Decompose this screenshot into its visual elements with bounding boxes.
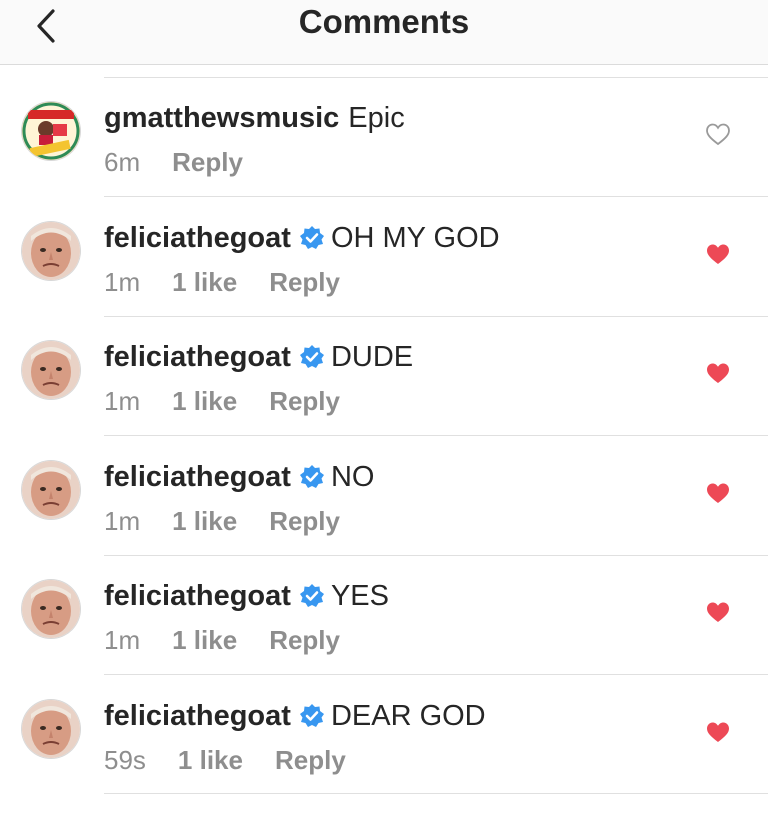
- comment-line: feliciathegoat DUDE: [104, 337, 413, 377]
- divider: [104, 793, 768, 794]
- comment-item: feliciathegoat YES 1m 1 like Reply: [0, 580, 768, 698]
- comment-item: feliciathegoat DEAR GOD 59s 1 like Reply: [0, 700, 768, 818]
- reply-button[interactable]: Reply: [172, 144, 243, 180]
- comment-item: feliciathegoat NO 1m 1 like Reply: [0, 461, 768, 579]
- verified-badge-icon: [299, 584, 324, 607]
- avatar[interactable]: [22, 700, 80, 758]
- comment-time: 1m: [104, 386, 141, 416]
- comment-item: gmatthewsmusic Epic 6m Reply: [0, 102, 768, 220]
- like-count[interactable]: 1 like: [178, 742, 243, 778]
- like-count[interactable]: 1 like: [172, 503, 237, 539]
- comment-text: DEAR GOD: [330, 700, 486, 732]
- comment-time: 1m: [104, 625, 141, 655]
- divider: [104, 316, 768, 317]
- feliciathegoat-avatar-image: [22, 222, 80, 280]
- like-count[interactable]: 1 like: [172, 383, 237, 419]
- comment-line: gmatthewsmusic Epic: [104, 98, 405, 138]
- avatar[interactable]: [22, 461, 80, 519]
- comment-time: 1m: [104, 506, 141, 536]
- comment-line: feliciathegoat YES: [104, 576, 389, 616]
- comment-username[interactable]: feliciathegoat: [104, 218, 291, 258]
- comment-time: 6m: [104, 147, 141, 177]
- comment-text: OH MY GOD: [330, 222, 500, 254]
- comment-username[interactable]: feliciathegoat: [104, 337, 291, 377]
- feliciathegoat-avatar-image: [22, 461, 80, 519]
- heart-filled-icon[interactable]: [705, 600, 731, 624]
- comment-text: DUDE: [330, 341, 414, 373]
- comment-line: feliciathegoat NO: [104, 457, 374, 497]
- divider: [104, 196, 768, 197]
- reply-button[interactable]: Reply: [269, 622, 340, 658]
- avatar[interactable]: [22, 580, 80, 638]
- comment-item: feliciathegoat DUDE 1m 1 like Reply: [0, 341, 768, 459]
- comment-meta: 1m 1 like Reply: [104, 503, 340, 539]
- heart-filled-icon[interactable]: [705, 720, 731, 744]
- like-count[interactable]: 1 like: [172, 622, 237, 658]
- verified-badge-icon: [299, 345, 324, 368]
- comment-time: 1m: [104, 267, 141, 297]
- divider: [104, 555, 768, 556]
- feliciathegoat-avatar-image: [22, 700, 80, 758]
- avatar[interactable]: [22, 341, 80, 399]
- comment-meta: 6m Reply: [104, 144, 243, 180]
- heart-filled-icon[interactable]: [705, 361, 731, 385]
- comment-meta: 1m 1 like Reply: [104, 383, 340, 419]
- comment-username[interactable]: feliciathegoat: [104, 457, 291, 497]
- divider: [104, 674, 768, 675]
- like-count[interactable]: 1 like: [172, 264, 237, 300]
- reply-button[interactable]: Reply: [275, 742, 346, 778]
- comment-line: feliciathegoat OH MY GOD: [104, 218, 500, 258]
- verified-badge-icon: [299, 226, 324, 249]
- avatar[interactable]: [22, 222, 80, 280]
- avatar[interactable]: [22, 102, 80, 160]
- divider: [104, 77, 768, 78]
- feliciathegoat-avatar-image: [22, 580, 80, 638]
- verified-badge-icon: [299, 465, 324, 488]
- reply-button[interactable]: Reply: [269, 383, 340, 419]
- comment-username[interactable]: feliciathegoat: [104, 576, 291, 616]
- comment-text: YES: [330, 580, 389, 612]
- comment-username[interactable]: feliciathegoat: [104, 696, 291, 736]
- comment-time: 59s: [104, 745, 146, 775]
- gmatthewsmusic-avatar-image: [22, 102, 80, 160]
- reply-button[interactable]: Reply: [269, 264, 340, 300]
- comment-line: feliciathegoat DEAR GOD: [104, 696, 486, 736]
- comment-meta: 1m 1 like Reply: [104, 622, 340, 658]
- comment-username[interactable]: gmatthewsmusic: [104, 98, 339, 138]
- heart-outline-icon[interactable]: [705, 122, 731, 146]
- page-title: Comments: [298, 3, 470, 40]
- divider: [104, 435, 768, 436]
- heart-filled-icon[interactable]: [705, 481, 731, 505]
- comment-item: feliciathegoat OH MY GOD 1m 1 like Reply: [0, 222, 768, 340]
- comment-meta: 1m 1 like Reply: [104, 264, 340, 300]
- comment-text: Epic: [348, 102, 405, 134]
- feliciathegoat-avatar-image: [22, 341, 80, 399]
- comment-meta: 59s 1 like Reply: [104, 742, 346, 778]
- header-bar: Comments: [0, 0, 768, 65]
- comment-text: NO: [330, 461, 375, 493]
- heart-filled-icon[interactable]: [705, 242, 731, 266]
- reply-button[interactable]: Reply: [269, 503, 340, 539]
- verified-badge-icon: [299, 704, 324, 727]
